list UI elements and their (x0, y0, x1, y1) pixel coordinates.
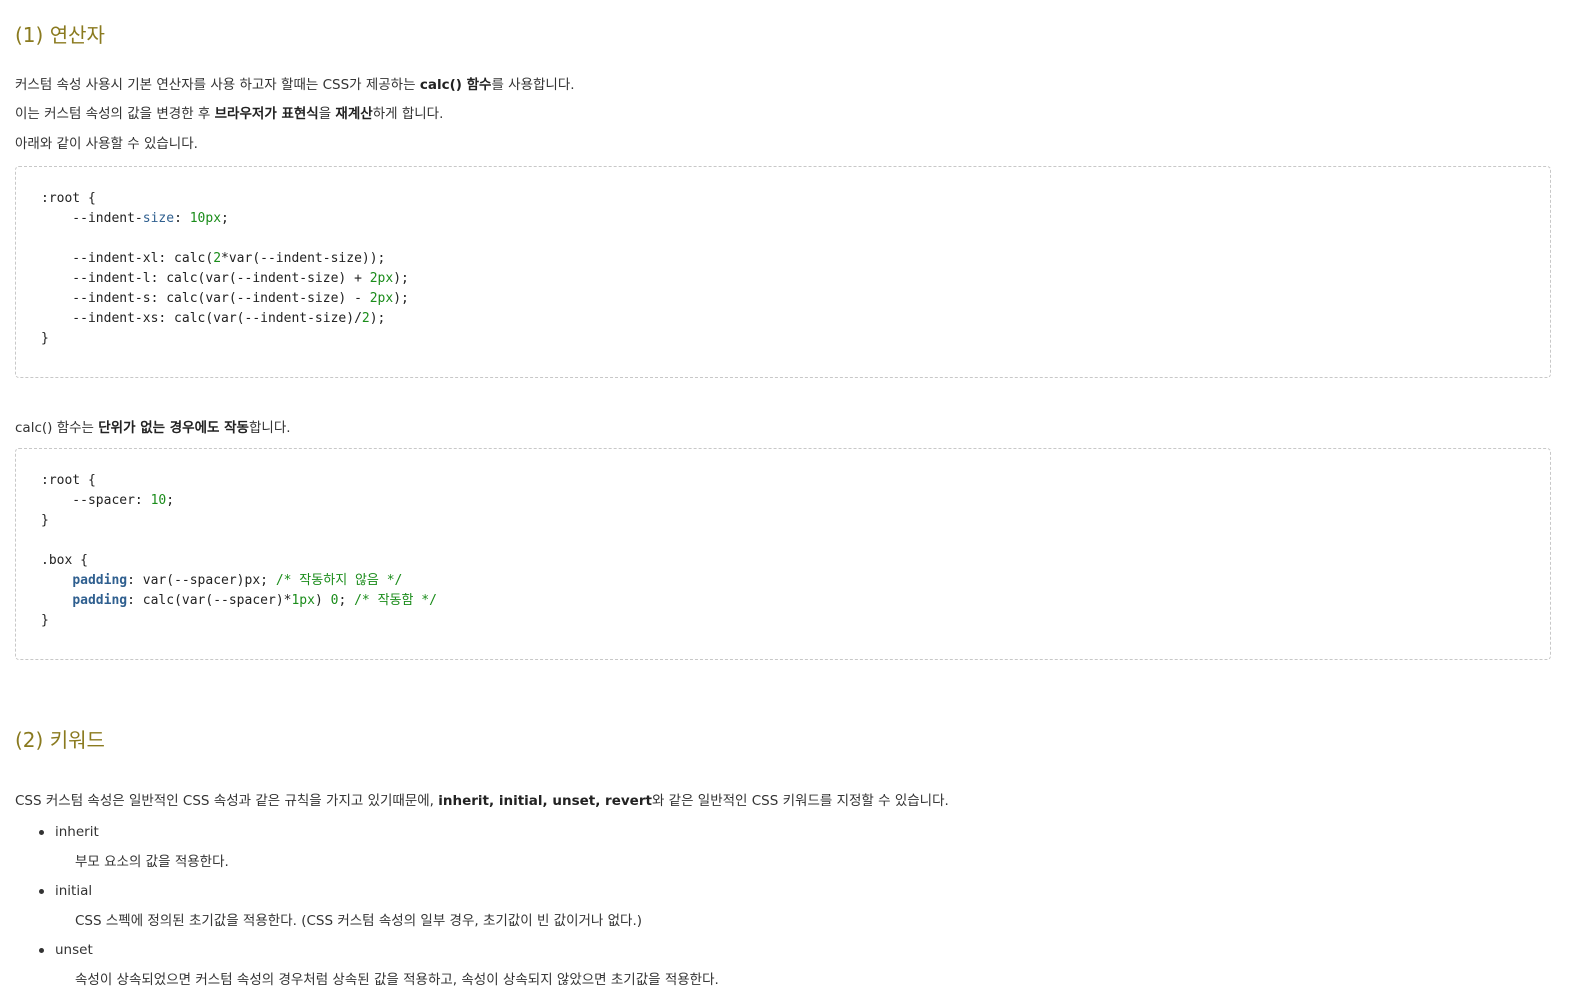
text: 를 사용합니다. (491, 77, 575, 93)
keyword-description: CSS 스펙에 정의된 초기값을 적용한다. (CSS 커스텀 속성의 일부 경… (75, 913, 643, 929)
bold-text: 재계산 (335, 106, 373, 122)
bullet-icon (39, 889, 44, 894)
keyword-list: inherit 부모 요소의 값을 적용한다. initial CSS 스펙에 … (15, 822, 719, 997)
code-line: --indent-size: 10px; (41, 209, 1525, 229)
code-line: } (41, 331, 49, 346)
code-line: --spacer: 10; (41, 491, 1525, 511)
code-token: 10 (150, 493, 167, 508)
code-token: --indent-l: calc(var(--indent-size) + (41, 271, 370, 286)
code-token: 2px (369, 291, 394, 306)
paragraph-calc-intro: 커스텀 속성 사용시 기본 연산자를 사용 하고자 할때는 CSS가 제공하는 … (15, 75, 575, 95)
code-comment: /* 작동하지 않음 */ (275, 573, 403, 588)
text: 하게 합니다. (372, 106, 444, 122)
code-line: --indent-l: calc(var(--indent-size) + 2p… (41, 269, 1525, 289)
code-line: --indent-xl: calc(2*var(--indent-size)); (41, 249, 1525, 269)
code-token: : calc(var(--spacer)* (127, 593, 292, 608)
paragraph-usage: 아래와 같이 사용할 수 있습니다. (15, 136, 198, 152)
code-token: ); (393, 271, 409, 286)
text: 와 같은 일반적인 CSS 키워드를 지정할 수 있습니다. (651, 793, 949, 809)
code-token: padding (72, 573, 128, 588)
code-token: ; (338, 593, 355, 608)
text: calc() 함수는 (15, 420, 99, 436)
code-token: --indent-xs: calc(var(--indent-size)/ (41, 311, 362, 326)
bullet-icon (39, 830, 44, 835)
code-line: } (41, 513, 49, 528)
keyword-term: unset (55, 942, 93, 958)
code-token: 2px (369, 271, 394, 286)
code-line: :root { (41, 473, 96, 488)
code-token: padding (72, 593, 128, 608)
paragraph-keywords-intro: CSS 커스텀 속성은 일반적인 CSS 속성과 같은 규칙을 가지고 있기때문… (15, 791, 949, 811)
code-token: : (174, 211, 190, 226)
code-token: --spacer: (41, 493, 151, 508)
list-item: unset 속성이 상속되었으면 커스텀 속성의 경우처럼 상속된 값을 적용하… (39, 940, 719, 990)
code-token: --indent-s: calc(var(--indent-size) - (41, 291, 370, 306)
code-line: padding: var(--spacer)px; /* 작동하지 않음 */ (41, 571, 1525, 591)
list-item: inherit 부모 요소의 값을 적용한다. (39, 822, 719, 872)
code-token: *var(--indent-size)); (221, 251, 386, 266)
keyword-description: 부모 요소의 값을 적용한다. (75, 854, 229, 870)
paragraph-calc-unitless: calc() 함수는 단위가 없는 경우에도 작동합니다. (15, 418, 291, 438)
code-token: ; (221, 211, 229, 226)
code-token: : var(--spacer)px; (127, 573, 276, 588)
code-line: .box { (41, 553, 88, 568)
text: 합니다. (248, 420, 291, 436)
text: 을 (318, 106, 336, 122)
bold-text: inherit, initial, unset, revert (438, 793, 652, 809)
text: CSS 커스텀 속성은 일반적인 CSS 속성과 같은 규칙을 가지고 있기때문… (15, 793, 439, 809)
code-line: :root { (41, 191, 96, 206)
bold-text: 브라우저가 표현식 (214, 106, 319, 122)
code-line: padding: calc(var(--spacer)*1px) 0; /* 작… (41, 591, 1525, 611)
code-token: ) (314, 593, 331, 608)
code-token: 2 (213, 251, 222, 266)
section-heading-operators: (1) 연산자 (15, 23, 105, 47)
code-token: ); (393, 291, 409, 306)
keyword-term: initial (55, 883, 93, 899)
code-line: } (41, 613, 49, 628)
code-block-indent[interactable]: :root { --indent-size: 10px; --indent-xl… (15, 166, 1551, 378)
code-token: size (142, 211, 175, 226)
bold-text: 단위가 없는 경우에도 작동 (98, 420, 249, 436)
section-heading-keywords: (2) 키워드 (15, 728, 105, 752)
code-line: --indent-xs: calc(var(--indent-size)/2); (41, 309, 1525, 329)
paragraph-recalc: 이는 커스텀 속성의 값을 변경한 후 브라우저가 표현식을 재계산하게 합니다… (15, 104, 443, 124)
keyword-description: 속성이 상속되었으면 커스텀 속성의 경우처럼 상속된 값을 적용하고, 속성이… (75, 972, 719, 988)
code-token: ); (369, 311, 386, 326)
text: 이는 커스텀 속성의 값을 변경한 후 (15, 106, 215, 122)
list-item: initial CSS 스펙에 정의된 초기값을 적용한다. (CSS 커스텀 … (39, 881, 719, 931)
code-token: --indent-xl: calc( (41, 251, 214, 266)
code-line: --indent-s: calc(var(--indent-size) - 2p… (41, 289, 1525, 309)
code-token: 1px (291, 593, 315, 608)
code-comment: /* 작동함 */ (354, 593, 437, 608)
bold-text: calc() 함수 (419, 77, 492, 93)
code-token: 2 (361, 311, 370, 326)
code-token: 10px (189, 211, 222, 226)
bullet-icon (39, 948, 44, 953)
code-token: --indent- (41, 211, 143, 226)
keyword-term: inherit (55, 824, 99, 840)
code-block-spacer[interactable]: :root { --spacer: 10; } .box { padding: … (15, 448, 1551, 660)
text: 커스텀 속성 사용시 기본 연산자를 사용 하고자 할때는 CSS가 제공하는 (15, 77, 420, 93)
code-token: ; (166, 493, 175, 508)
